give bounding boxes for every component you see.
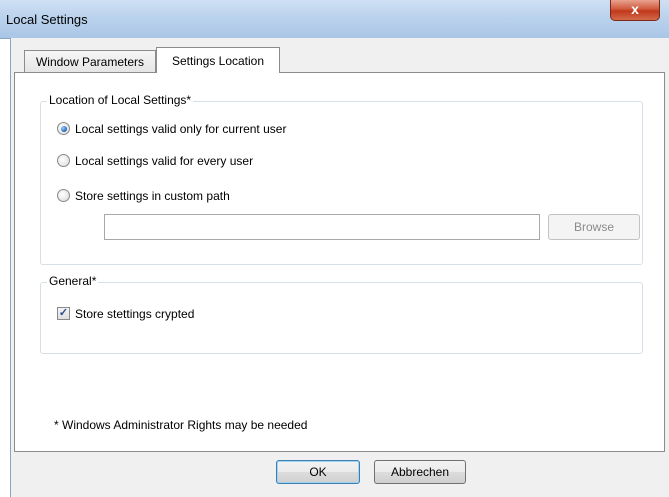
radio-button[interactable] bbox=[57, 154, 70, 167]
tab-label: Window Parameters bbox=[35, 55, 145, 69]
window-title: Local Settings bbox=[6, 12, 88, 27]
close-icon: x bbox=[631, 1, 639, 17]
ok-button[interactable]: OK bbox=[276, 460, 360, 484]
radio-label: Local settings valid only for current us… bbox=[75, 122, 287, 136]
radio-button[interactable] bbox=[57, 122, 70, 135]
close-button[interactable]: x bbox=[610, 0, 660, 21]
cancel-button[interactable]: Abbrechen bbox=[374, 460, 466, 484]
title-bar: Local Settings x bbox=[0, 0, 669, 39]
custom-path-input[interactable] bbox=[104, 214, 540, 240]
location-group-title: Location of Local Settings* bbox=[47, 93, 194, 107]
tab-label: Settings Location bbox=[171, 54, 265, 68]
admin-rights-footnote: * Windows Administrator Rights may be ne… bbox=[54, 418, 308, 432]
radio-label: Local settings valid for every user bbox=[75, 154, 254, 168]
tab-window-parameters[interactable]: Window Parameters bbox=[24, 50, 156, 73]
radio-button[interactable] bbox=[57, 189, 70, 202]
general-group-title: General* bbox=[47, 274, 99, 288]
radio-label: Store settings in custom path bbox=[75, 189, 230, 203]
crypt-checkbox[interactable]: ✓ bbox=[57, 307, 70, 320]
tab-settings-location[interactable]: Settings Location bbox=[156, 47, 280, 73]
browse-button[interactable]: Browse bbox=[548, 214, 640, 240]
crypt-label: Store stettings crypted bbox=[75, 307, 195, 321]
tab-panel: Location of Local Settings* Local settin… bbox=[14, 72, 665, 452]
